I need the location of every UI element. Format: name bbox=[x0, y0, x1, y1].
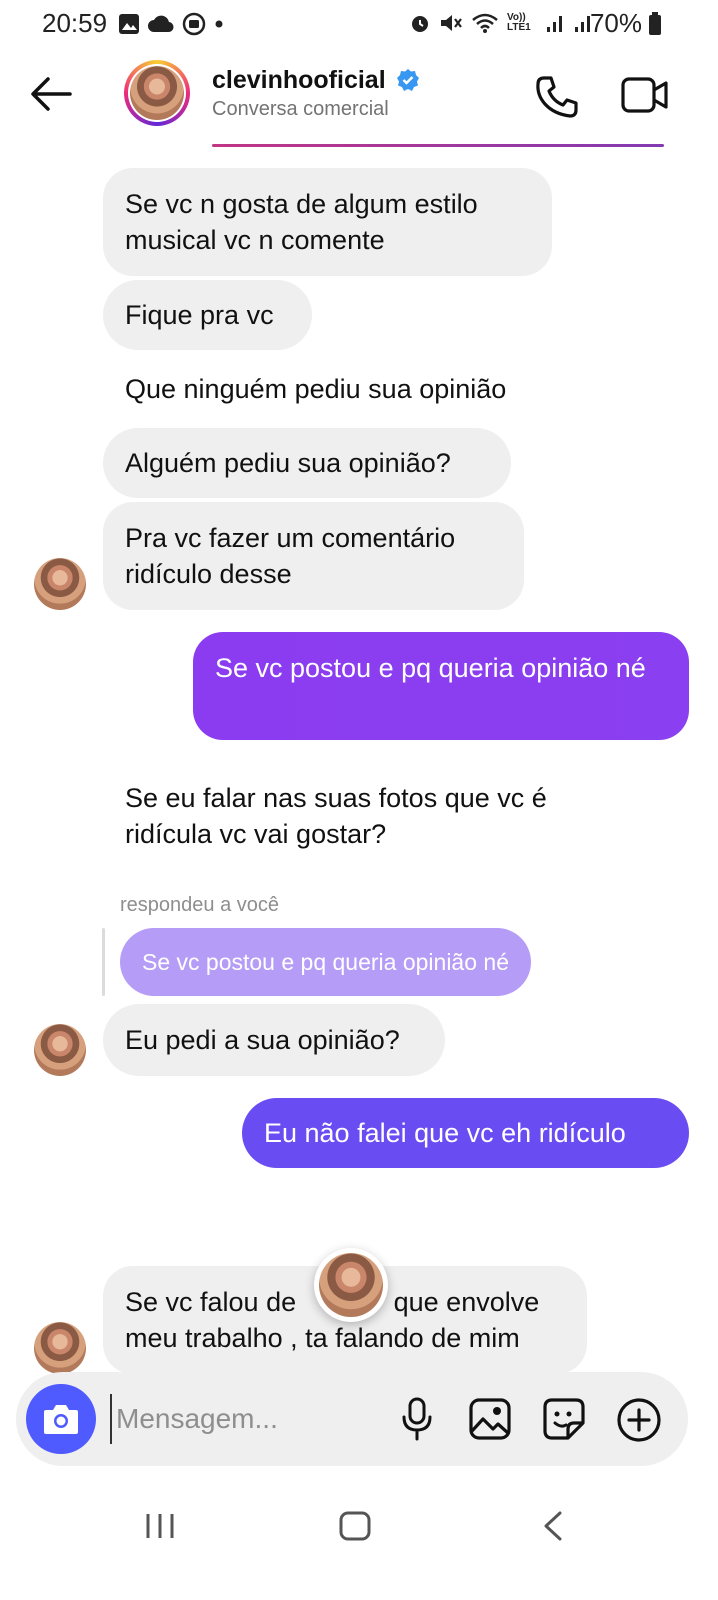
sticker-icon[interactable] bbox=[542, 1397, 586, 1441]
recent-apps-icon[interactable] bbox=[144, 1510, 176, 1542]
phone-call-icon[interactable] bbox=[534, 74, 580, 120]
back-arrow-icon[interactable] bbox=[28, 74, 74, 114]
contact-subtitle: Conversa comercial bbox=[212, 98, 389, 120]
message-text: Que ninguém pediu sua opinião bbox=[125, 374, 507, 404]
message-text: Se eu falar nas suas fotos que vc é ridí… bbox=[125, 783, 547, 849]
message-composer bbox=[16, 1372, 688, 1466]
message-bubble[interactable]: Fique pra vc bbox=[103, 280, 312, 350]
system-navigation-bar bbox=[0, 1490, 718, 1600]
signal-icon bbox=[547, 16, 562, 32]
avatar-image bbox=[130, 66, 184, 120]
reply-indicator-bar bbox=[102, 928, 105, 996]
camera-button[interactable] bbox=[26, 1384, 96, 1454]
sender-avatar[interactable] bbox=[34, 1024, 86, 1076]
contact-name[interactable]: clevinhooficial bbox=[212, 66, 386, 95]
battery-icon bbox=[649, 12, 661, 35]
image-icon bbox=[119, 14, 139, 34]
typing-avatar-bubble[interactable] bbox=[314, 1248, 388, 1322]
message-bubble[interactable]: Pra vc fazer um comentário ridículo dess… bbox=[103, 502, 524, 610]
chat-header: clevinhooficial Conversa comercial bbox=[0, 52, 718, 142]
message-bubble-sent[interactable]: Se vc postou e pq queria opinião né bbox=[193, 632, 689, 740]
message-text: Se vc postou e pq queria opinião né bbox=[215, 653, 646, 683]
message-text: Alguém pediu sua opinião? bbox=[125, 448, 451, 478]
mute-icon bbox=[441, 15, 462, 31]
volte-icon: Vo)) LTE1 bbox=[507, 12, 531, 33]
message-bubble[interactable]: Se vc n gosta de algum estilo musical vc… bbox=[103, 168, 552, 276]
contact-avatar[interactable] bbox=[124, 60, 190, 126]
dot-icon bbox=[215, 20, 223, 28]
video-call-icon[interactable] bbox=[620, 74, 670, 116]
microphone-icon[interactable] bbox=[400, 1397, 434, 1441]
message-text: Fique pra vc bbox=[125, 300, 274, 330]
message-bubble[interactable]: Eu pedi a sua opinião? bbox=[103, 1004, 445, 1076]
reply-label: respondeu a você bbox=[120, 894, 280, 916]
message-text: Eu não falei que vc eh ridículo bbox=[264, 1118, 626, 1148]
message-text: Eu pedi a sua opinião? bbox=[125, 1025, 400, 1055]
previous-message-edge bbox=[212, 144, 664, 147]
home-icon[interactable] bbox=[338, 1510, 372, 1542]
sender-avatar[interactable] bbox=[34, 1322, 86, 1374]
cloud-icon bbox=[148, 15, 174, 33]
alarm-icon bbox=[412, 16, 428, 32]
add-plus-icon[interactable] bbox=[616, 1397, 662, 1443]
sender-avatar[interactable] bbox=[34, 558, 86, 610]
message-bubble[interactable]: Alguém pediu sua opinião? bbox=[103, 428, 511, 498]
media-icon bbox=[182, 12, 206, 36]
verified-badge-icon bbox=[397, 69, 419, 91]
status-bar: 20:59 Vo)) LTE1 70% bbox=[0, 0, 718, 50]
battery-percent: 70% bbox=[589, 8, 642, 38]
message-plain[interactable]: Se eu falar nas suas fotos que vc é ridí… bbox=[103, 762, 583, 870]
wifi-icon bbox=[472, 13, 498, 33]
nav-back-icon[interactable] bbox=[540, 1510, 566, 1542]
message-bubble-sent[interactable]: Eu não falei que vc eh ridículo bbox=[242, 1098, 689, 1168]
gallery-icon[interactable] bbox=[468, 1397, 512, 1441]
reply-quoted-message[interactable]: Se vc postou e pq queria opinião né bbox=[120, 928, 531, 996]
message-text: Pra vc fazer um comentário ridículo dess… bbox=[125, 523, 456, 589]
message-text: Se vc n gosta de algum estilo musical vc… bbox=[125, 189, 478, 255]
status-time: 20:59 bbox=[42, 8, 108, 38]
camera-icon bbox=[44, 1405, 78, 1434]
message-input[interactable] bbox=[110, 1394, 390, 1444]
avatar-image bbox=[319, 1253, 383, 1317]
message-plain[interactable]: Que ninguém pediu sua opinião bbox=[103, 354, 573, 424]
